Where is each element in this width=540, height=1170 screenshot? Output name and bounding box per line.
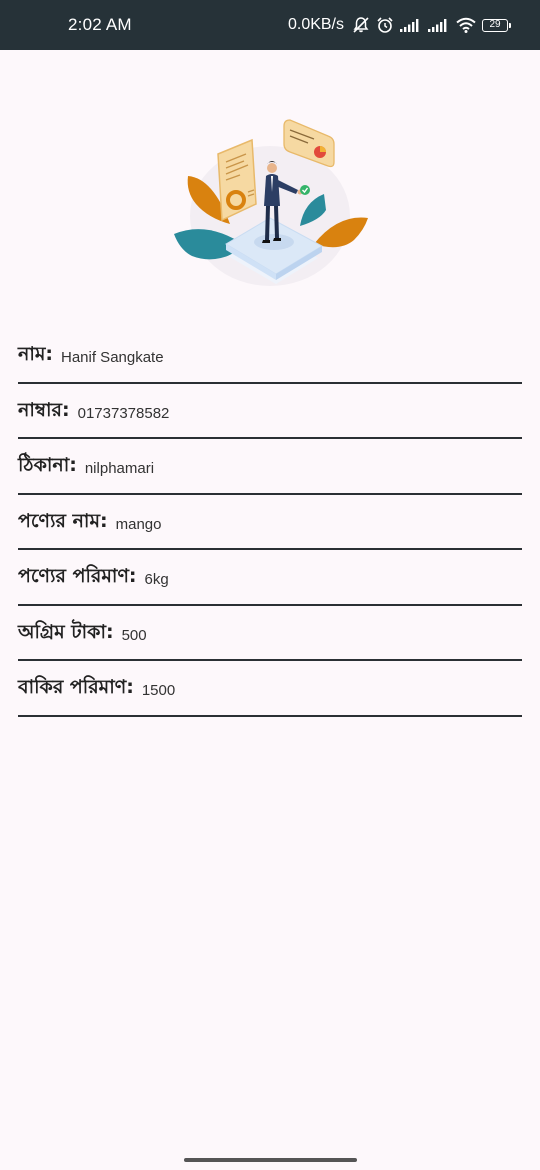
businessman-documents-illustration <box>168 106 372 298</box>
product-name-row: পণ্যের নাম: mango <box>18 495 522 550</box>
phone-row: নাম্বার: 01737378582 <box>18 384 522 439</box>
product-name-value: mango <box>115 515 162 533</box>
due-amount-label: বাকির পরিমাণ: <box>18 676 134 699</box>
name-label: নাম: <box>18 343 53 366</box>
name-value: Hanif Sangkate <box>61 349 164 367</box>
home-indicator[interactable] <box>184 1158 357 1162</box>
wifi-icon <box>456 17 476 33</box>
alarm-icon <box>376 16 394 34</box>
status-icons: 0.0KB/s 29 <box>287 13 511 37</box>
product-quantity-value: 6kg <box>144 571 169 589</box>
advance-amount-value: 500 <box>121 626 147 644</box>
product-quantity-row: পণ্যের পরিমাণ: 6kg <box>18 550 522 606</box>
advance-amount-row: অগ্রিম টাকা: 500 <box>18 606 522 661</box>
phone-value: 01737378582 <box>77 404 170 422</box>
muted-bell-icon <box>352 16 370 34</box>
phone-label: নাম্বার: <box>18 398 70 421</box>
advance-amount-label: অগ্রিম টাকা: <box>18 620 114 643</box>
name-row: নাম: Hanif Sangkate <box>18 328 522 384</box>
product-quantity-label: পণ্যের পরিমাণ: <box>18 565 137 588</box>
address-value: nilphamari <box>84 460 155 478</box>
due-amount-row: বাকির পরিমাণ: 1500 <box>18 661 522 717</box>
address-label: ঠিকানা: <box>18 454 77 477</box>
product-name-label: পণ্যের নাম: <box>18 509 108 532</box>
status-bar: 2:02 AM 0.0KB/s 29 <box>0 0 540 50</box>
network-speed: 0.0KB/s <box>287 16 344 33</box>
due-amount-value: 1500 <box>141 682 176 700</box>
order-details: নাম: Hanif Sangkate নাম্বার: 01737378582… <box>18 328 522 717</box>
battery-icon: 29 <box>482 18 511 32</box>
address-row: ঠিকানা: nilphamari <box>18 439 522 495</box>
status-time: 2:02 AM <box>68 15 132 34</box>
signal-icon <box>428 18 450 32</box>
signal-icon <box>400 18 422 32</box>
